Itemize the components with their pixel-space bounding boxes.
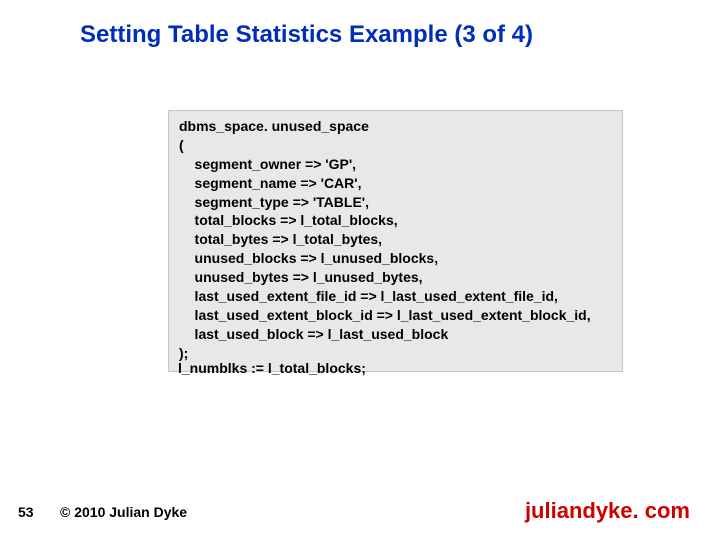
code-block: dbms_space. unused_space ( segment_owner… [168,110,623,372]
post-code-line: l_numblks := l_total_blocks; [178,360,366,376]
slide-title: Setting Table Statistics Example (3 of 4… [80,20,533,50]
page-number: 53 [18,504,34,520]
site-url: juliandyke. com [525,498,690,524]
copyright-text: © 2010 Julian Dyke [60,504,187,520]
